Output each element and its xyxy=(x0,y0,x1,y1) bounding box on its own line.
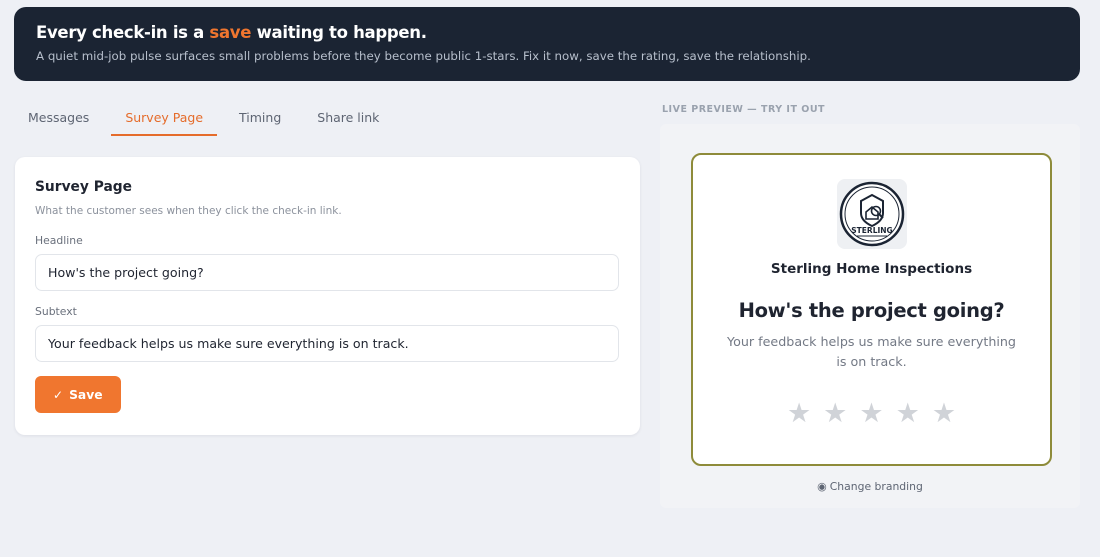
hero-banner: Every check-in is a save waiting to happ… xyxy=(14,7,1080,81)
preview-headline: How's the project going? xyxy=(738,299,1005,322)
hero-title: Every check-in is a save waiting to happ… xyxy=(36,23,1058,42)
change-branding-label: Change branding xyxy=(829,480,923,493)
save-button-label: Save xyxy=(69,387,103,402)
live-preview-label: LIVE PREVIEW — TRY IT OUT xyxy=(662,104,826,115)
brand-logo: STERLING xyxy=(836,179,907,249)
star-icon[interactable]: ★ xyxy=(787,400,811,427)
subtext-input[interactable] xyxy=(35,325,619,362)
card-description: What the customer sees when they click t… xyxy=(35,205,342,217)
hero-title-accent: save xyxy=(209,23,252,42)
tab-share-link[interactable]: Share link xyxy=(303,104,393,136)
change-branding-link[interactable]: ◉ Change branding xyxy=(660,480,1080,493)
tab-timing[interactable]: Timing xyxy=(225,104,295,136)
headline-input[interactable] xyxy=(35,254,619,291)
logo-wordmark: STERLING xyxy=(851,226,892,235)
card-title: Survey Page xyxy=(35,179,132,195)
palette-icon: ◉ xyxy=(817,480,827,493)
check-icon: ✓ xyxy=(53,387,64,402)
star-icon[interactable]: ★ xyxy=(932,400,956,427)
star-icon[interactable]: ★ xyxy=(896,400,920,427)
tab-bar: Messages Survey Page Timing Share link xyxy=(14,104,401,136)
hero-title-end: waiting to happen. xyxy=(251,23,427,42)
tab-survey-page[interactable]: Survey Page xyxy=(111,104,218,136)
preview-survey-card: STERLING Sterling Home Inspections How's… xyxy=(691,153,1052,466)
headline-label: Headline xyxy=(35,234,83,247)
save-button[interactable]: ✓ Save xyxy=(35,376,121,413)
hero-subtitle: A quiet mid-job pulse surfaces small pro… xyxy=(36,49,811,63)
sterling-logo-icon: STERLING xyxy=(839,181,904,247)
survey-page-card: Survey Page What the customer sees when … xyxy=(15,157,640,435)
star-icon[interactable]: ★ xyxy=(859,400,883,427)
live-preview-panel: STERLING Sterling Home Inspections How's… xyxy=(660,124,1080,508)
star-icon[interactable]: ★ xyxy=(823,400,847,427)
brand-name: Sterling Home Inspections xyxy=(770,261,973,277)
hero-title-start: Every check-in is a xyxy=(36,23,210,42)
subtext-label: Subtext xyxy=(35,305,77,318)
star-rating: ★ ★ ★ ★ ★ xyxy=(693,400,1050,427)
preview-subtext: Your feedback helps us make sure everyth… xyxy=(727,334,1016,369)
tab-messages[interactable]: Messages xyxy=(14,104,103,136)
